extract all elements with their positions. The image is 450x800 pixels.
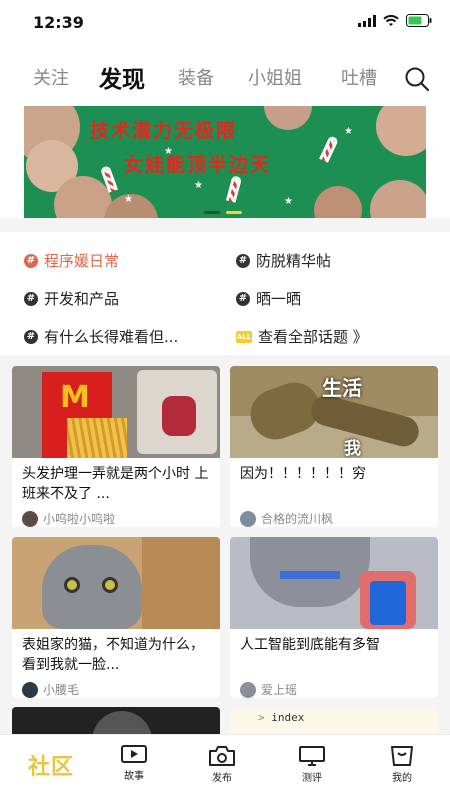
post-card[interactable]: 人工智能到底能有多智 爱上瑶 bbox=[230, 537, 438, 698]
bottom-nav: 社区 故事 发布 测评 我的 bbox=[0, 734, 450, 800]
monitor-icon bbox=[299, 746, 325, 766]
post-title: 头发护理一弄就是两个小时 上班来不及了 ... bbox=[22, 466, 209, 502]
all-badge: ALL bbox=[236, 330, 252, 343]
hashtag-icon: # bbox=[24, 291, 38, 306]
nav-review[interactable]: 测评 bbox=[282, 745, 342, 784]
post-author[interactable]: 小腰毛 bbox=[12, 677, 220, 698]
hashtag-icon: # bbox=[24, 253, 38, 268]
view-all-topics[interactable]: ALL 查看全部话题 》 bbox=[236, 326, 368, 347]
author-name: 小呜啦小呜啦 bbox=[43, 512, 116, 526]
post-title: 表姐家的猫，不知道为什么，看到我就一脸... bbox=[22, 637, 204, 673]
post-author[interactable]: 小呜啦小呜啦 bbox=[12, 506, 220, 527]
post-card[interactable]: 表姐家的猫，不知道为什么，看到我就一脸... 小腰毛 bbox=[12, 537, 220, 698]
post-card[interactable]: M 头发护理一弄就是两个小时 上班来不及了 ... 小呜啦小呜啦 bbox=[12, 366, 220, 527]
hashtag-icon: # bbox=[236, 291, 250, 306]
search-icon[interactable] bbox=[404, 66, 430, 92]
post-card[interactable]: 生活 我 因为！！！！！！穷 合格的流川枫 bbox=[230, 366, 438, 527]
nav-label: 测评 bbox=[302, 773, 322, 784]
banner-photo-right-3 bbox=[314, 186, 362, 218]
post-author[interactable]: 爱上瑶 bbox=[230, 677, 438, 698]
camera-icon bbox=[209, 746, 235, 766]
avatar bbox=[240, 681, 256, 698]
star-icon: ★ bbox=[284, 196, 293, 207]
banner-photo-top bbox=[264, 106, 312, 130]
nav-profile[interactable]: 我的 bbox=[372, 745, 432, 784]
topic-item[interactable]: # 晒一晒 bbox=[236, 288, 301, 309]
divider bbox=[0, 218, 450, 232]
status-bar: 12:39 bbox=[0, 0, 450, 46]
topic-label: 程序媛日常 bbox=[44, 252, 120, 270]
topic-item[interactable]: # 有什么长得难看但... bbox=[24, 326, 178, 347]
avatar bbox=[22, 510, 38, 527]
battery-icon bbox=[406, 14, 432, 27]
author-name: 爱上瑶 bbox=[261, 683, 298, 697]
post-author[interactable]: 合格的流川枫 bbox=[230, 506, 438, 527]
play-icon bbox=[121, 745, 147, 763]
wifi-icon bbox=[383, 14, 399, 26]
banner[interactable]: ★ ★ ★ ★ ★ 技术潜力无极限 女娃能顶半边天 bbox=[24, 106, 426, 218]
feed: M 头发护理一弄就是两个小时 上班来不及了 ... 小呜啦小呜啦 生活 我 因为… bbox=[0, 355, 450, 747]
code-snippet: > index bbox=[258, 711, 305, 724]
signal-icon bbox=[358, 14, 376, 27]
banner-line-2: 女娃能顶半边天 bbox=[124, 154, 272, 176]
banner-photo-right-2 bbox=[370, 180, 426, 218]
post-image: 生活 我 bbox=[230, 366, 438, 458]
star-icon: ★ bbox=[194, 180, 203, 191]
image-caption: 我 bbox=[344, 439, 361, 458]
status-icons bbox=[358, 14, 432, 27]
topic-label: 晒一晒 bbox=[256, 290, 302, 308]
banner-line-1: 技术潜力无极限 bbox=[90, 120, 238, 142]
nav-label: 我的 bbox=[392, 773, 412, 784]
banner-photo-right bbox=[376, 106, 426, 156]
hashtag-icon: # bbox=[236, 253, 250, 268]
nav-publish[interactable]: 发布 bbox=[192, 745, 252, 784]
nav-label: 故事 bbox=[124, 771, 144, 782]
view-all-label: 查看全部话题 》 bbox=[258, 328, 368, 346]
topic-item[interactable]: # 开发和产品 bbox=[24, 288, 119, 309]
post-title: 人工智能到底能有多智 bbox=[240, 637, 380, 653]
topic-label: 有什么长得难看但... bbox=[44, 328, 179, 346]
tab-discover[interactable]: 发现 bbox=[99, 60, 145, 94]
candy-cane-icon bbox=[318, 135, 340, 163]
tab-complain[interactable]: 吐槽 bbox=[341, 64, 377, 90]
post-image bbox=[230, 537, 438, 629]
star-icon: ★ bbox=[344, 126, 353, 137]
topic-item[interactable]: # 程序媛日常 bbox=[24, 250, 119, 271]
nav-story[interactable]: 故事 bbox=[104, 745, 164, 782]
nav-label: 发布 bbox=[212, 773, 232, 784]
candy-cane-icon bbox=[225, 175, 243, 203]
star-icon: ★ bbox=[124, 194, 133, 205]
tab-girls[interactable]: 小姐姐 bbox=[248, 64, 302, 90]
tab-gear[interactable]: 装备 bbox=[178, 64, 214, 90]
avatar bbox=[22, 681, 38, 698]
topic-item[interactable]: # 防脱精华帖 bbox=[236, 250, 331, 271]
top-tabs: 关注 发现 装备 小姐姐 吐槽 bbox=[0, 56, 450, 98]
author-name: 小腰毛 bbox=[43, 683, 80, 697]
topic-label: 防脱精华帖 bbox=[256, 252, 332, 270]
post-image: M bbox=[12, 366, 220, 458]
nav-community[interactable]: 社区 bbox=[28, 749, 74, 781]
carousel-dots bbox=[204, 211, 242, 214]
tab-follow[interactable]: 关注 bbox=[33, 64, 69, 90]
hashtag-icon: # bbox=[24, 329, 38, 344]
status-time: 12:39 bbox=[33, 13, 84, 32]
image-caption: 生活 bbox=[322, 376, 362, 400]
post-image bbox=[12, 537, 220, 629]
topic-label: 开发和产品 bbox=[44, 290, 120, 308]
avatar bbox=[240, 510, 256, 527]
author-name: 合格的流川枫 bbox=[261, 512, 334, 526]
profile-icon bbox=[391, 746, 413, 766]
post-title: 因为！！！！！！穷 bbox=[240, 466, 366, 482]
